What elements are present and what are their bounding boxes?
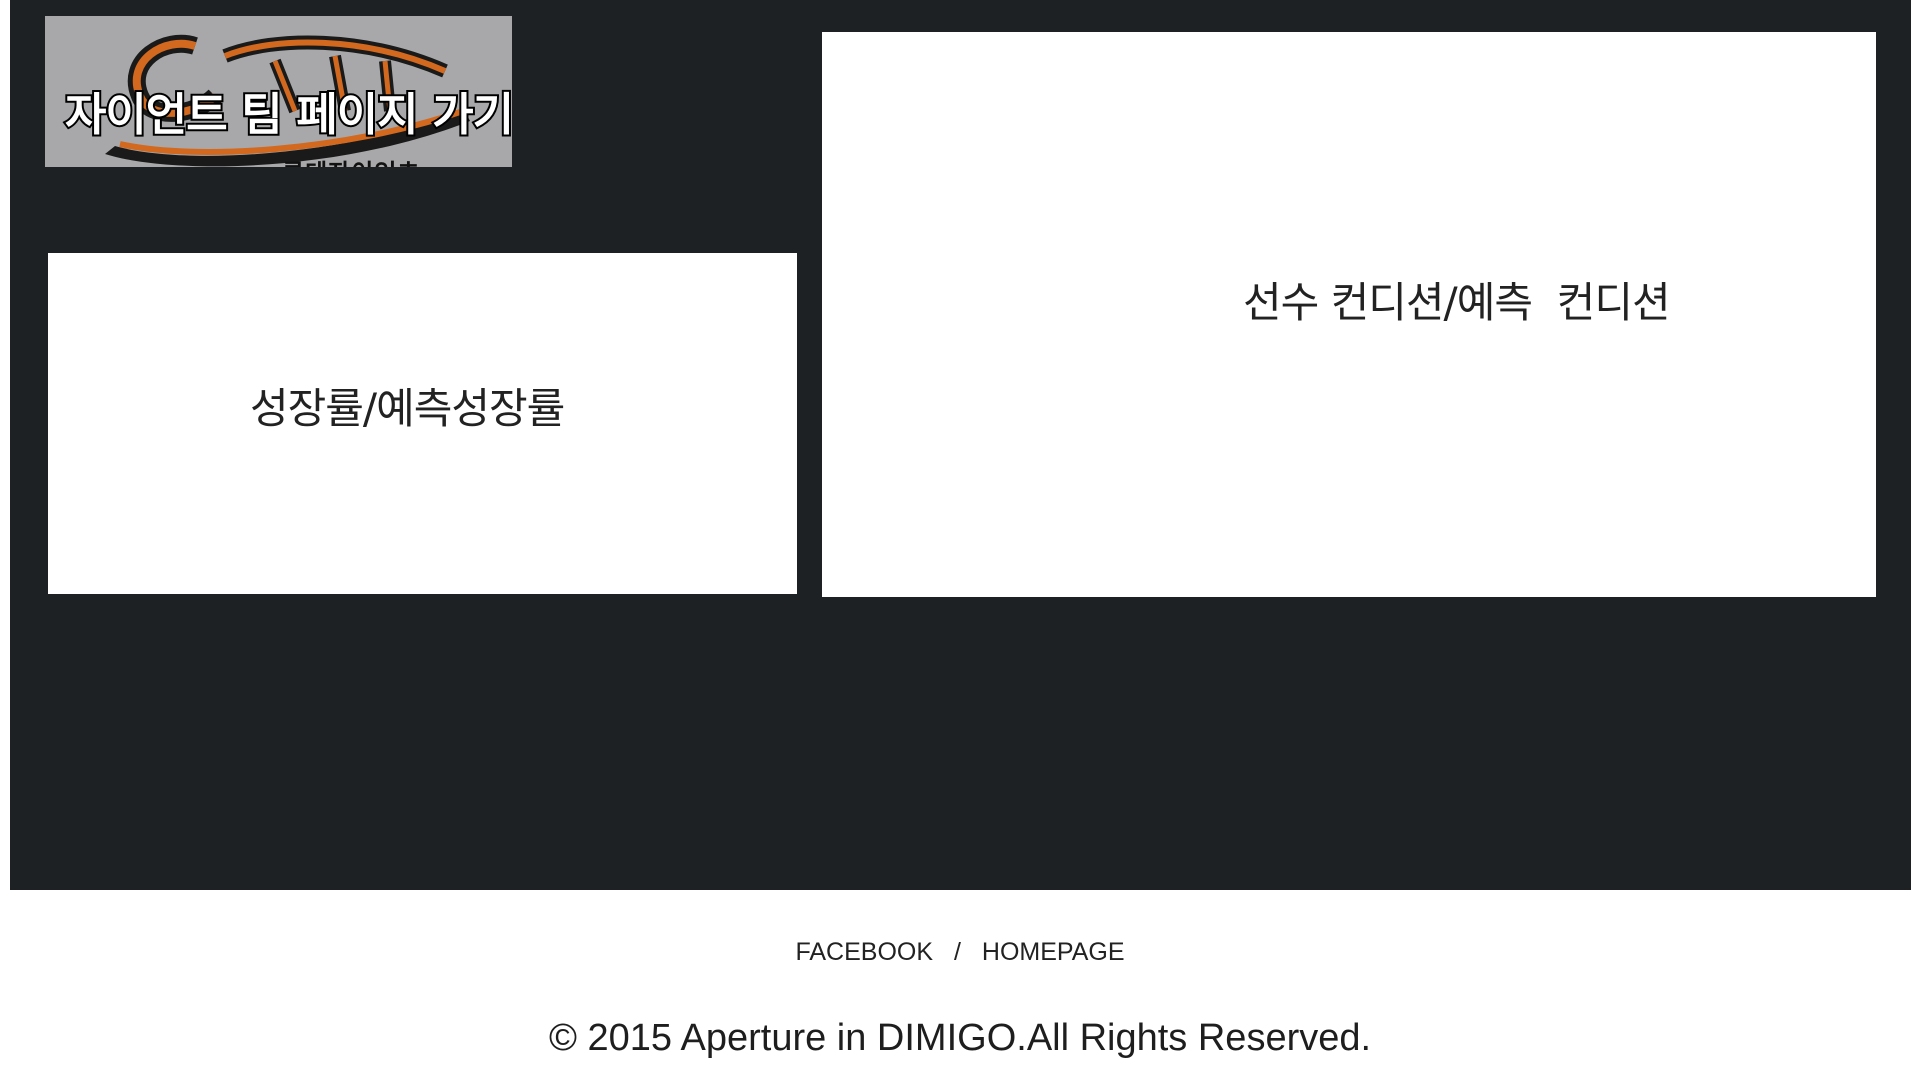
facebook-link[interactable]: FACEBOOK xyxy=(795,938,933,966)
footer-separator: / xyxy=(953,938,961,966)
giants-team-page-link[interactable]: 자이언트 팀 페이지 가기 롯데자이언츠 xyxy=(45,16,512,167)
team-name-label: 롯데자이언츠 xyxy=(282,153,420,167)
growth-rate-label: 성장률/예측성장률 xyxy=(250,384,565,433)
homepage-link[interactable]: HOMEPAGE xyxy=(982,938,1125,966)
growth-rate-panel: 성장률/예측성장률 xyxy=(48,253,797,594)
team-page-link-label: 자이언트 팀 페이지 가기 xyxy=(63,86,512,143)
copyright-text: © 2015 Aperture in DIMIGO.All Rights Res… xyxy=(548,1017,1372,1059)
footer-links: FACEBOOK / HOMEPAGE xyxy=(0,938,1920,967)
player-condition-panel: 선수 컨디션/예측 컨디션 xyxy=(822,32,1876,597)
player-condition-label: 선수 컨디션/예측 컨디션 xyxy=(1243,278,1671,327)
